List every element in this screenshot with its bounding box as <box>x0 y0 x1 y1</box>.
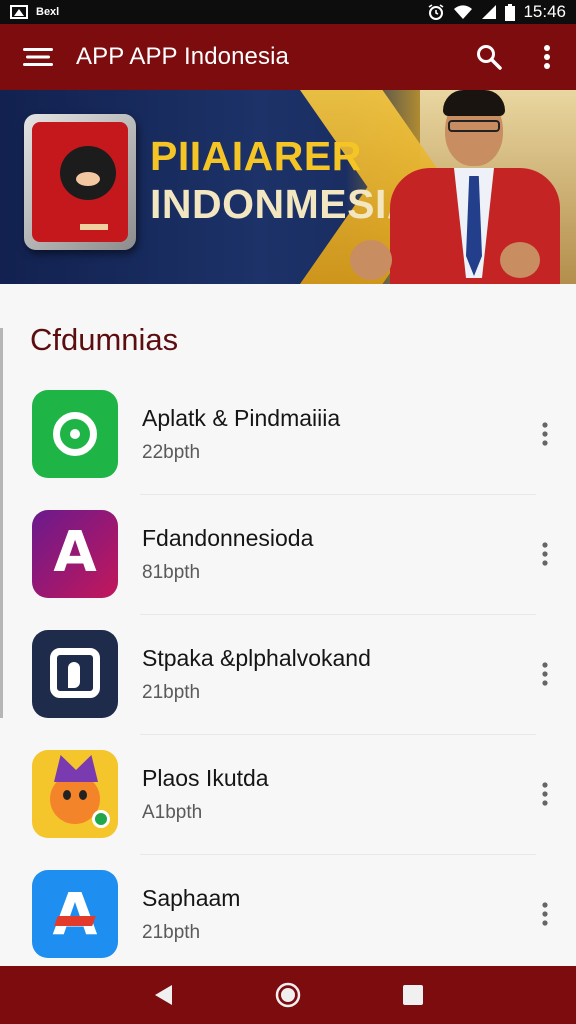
app-name: Stpaka &plphalvokand <box>142 644 371 671</box>
app-name: Aplatk & Pindmaiiia <box>142 404 341 431</box>
notification-text: Bexl <box>36 6 60 18</box>
search-button[interactable] <box>460 24 518 90</box>
menu-button[interactable] <box>0 24 76 90</box>
item-more-button[interactable] <box>514 884 576 944</box>
section-title: Cfdumnias <box>30 322 179 357</box>
image-icon <box>10 5 28 19</box>
app-title: APP APP Indonesia <box>76 43 289 70</box>
mascot-face-icon <box>60 146 116 200</box>
signal-icon <box>482 5 497 19</box>
letter-a-arrow-icon: A <box>32 870 118 958</box>
home-button[interactable] <box>258 966 318 1024</box>
more-vert-icon <box>542 782 548 806</box>
status-bar: Bexl 15:46 <box>0 0 576 24</box>
app-meta: A1bpth <box>142 801 203 823</box>
app-meta: 21bpth <box>142 921 201 943</box>
list-item[interactable]: A Saphaam 21bpth <box>0 854 576 974</box>
letter-a-icon: A <box>32 510 118 598</box>
main-content: Cfdumnias Aplatk & Pindmaiiia 22bpth A F… <box>0 284 576 966</box>
promo-banner[interactable]: PIIAIARER INDONMESIA <box>0 90 576 284</box>
banner-device-badge <box>80 224 108 230</box>
more-vert-icon <box>542 662 548 686</box>
search-icon <box>477 45 502 70</box>
alarm-icon <box>429 4 444 20</box>
list-item[interactable]: Aplatk & Pindmaiiia 22bpth <box>0 374 576 494</box>
banner-device-image <box>24 114 136 250</box>
hamburger-icon <box>23 48 53 66</box>
app-name: Fdandonnesioda <box>142 524 314 551</box>
recents-icon <box>403 985 424 1005</box>
recents-button[interactable] <box>383 966 443 1024</box>
battery-icon <box>505 3 516 21</box>
system-nav-bar <box>0 966 576 1024</box>
item-more-button[interactable] <box>514 524 576 584</box>
wifi-icon <box>454 5 473 19</box>
banner-presenter-image <box>350 90 576 284</box>
app-bar: APP APP Indonesia <box>0 24 576 90</box>
app-list: Aplatk & Pindmaiiia 22bpth A Fdandonnesi… <box>0 374 576 974</box>
more-vert-icon <box>542 542 548 566</box>
scroll-indicator <box>0 328 3 718</box>
jester-face-icon <box>32 750 118 838</box>
app-meta: 22bpth <box>142 441 201 463</box>
app-name: Saphaam <box>142 884 241 911</box>
list-item[interactable]: A Fdandonnesioda 81bpth <box>0 494 576 614</box>
app-name: Plaos Ikutda <box>142 764 269 791</box>
item-more-button[interactable] <box>514 404 576 464</box>
music-frame-icon <box>32 630 118 718</box>
app-meta: 81bpth <box>142 561 201 583</box>
clock: 15:46 <box>523 2 566 21</box>
back-icon <box>154 985 172 1005</box>
more-vert-icon <box>542 422 548 446</box>
list-item[interactable]: Plaos Ikutda A1bpth <box>0 734 576 854</box>
chat-bubble-icon <box>32 390 118 478</box>
home-icon <box>275 982 301 1008</box>
app-meta: 21bpth <box>142 681 201 703</box>
item-more-button[interactable] <box>514 644 576 704</box>
more-vert-icon <box>542 902 548 926</box>
more-vert-icon <box>544 45 550 69</box>
back-button[interactable] <box>133 966 193 1024</box>
item-more-button[interactable] <box>514 764 576 824</box>
list-item[interactable]: Stpaka &plphalvokand 21bpth <box>0 614 576 734</box>
overflow-menu-button[interactable] <box>518 24 576 90</box>
